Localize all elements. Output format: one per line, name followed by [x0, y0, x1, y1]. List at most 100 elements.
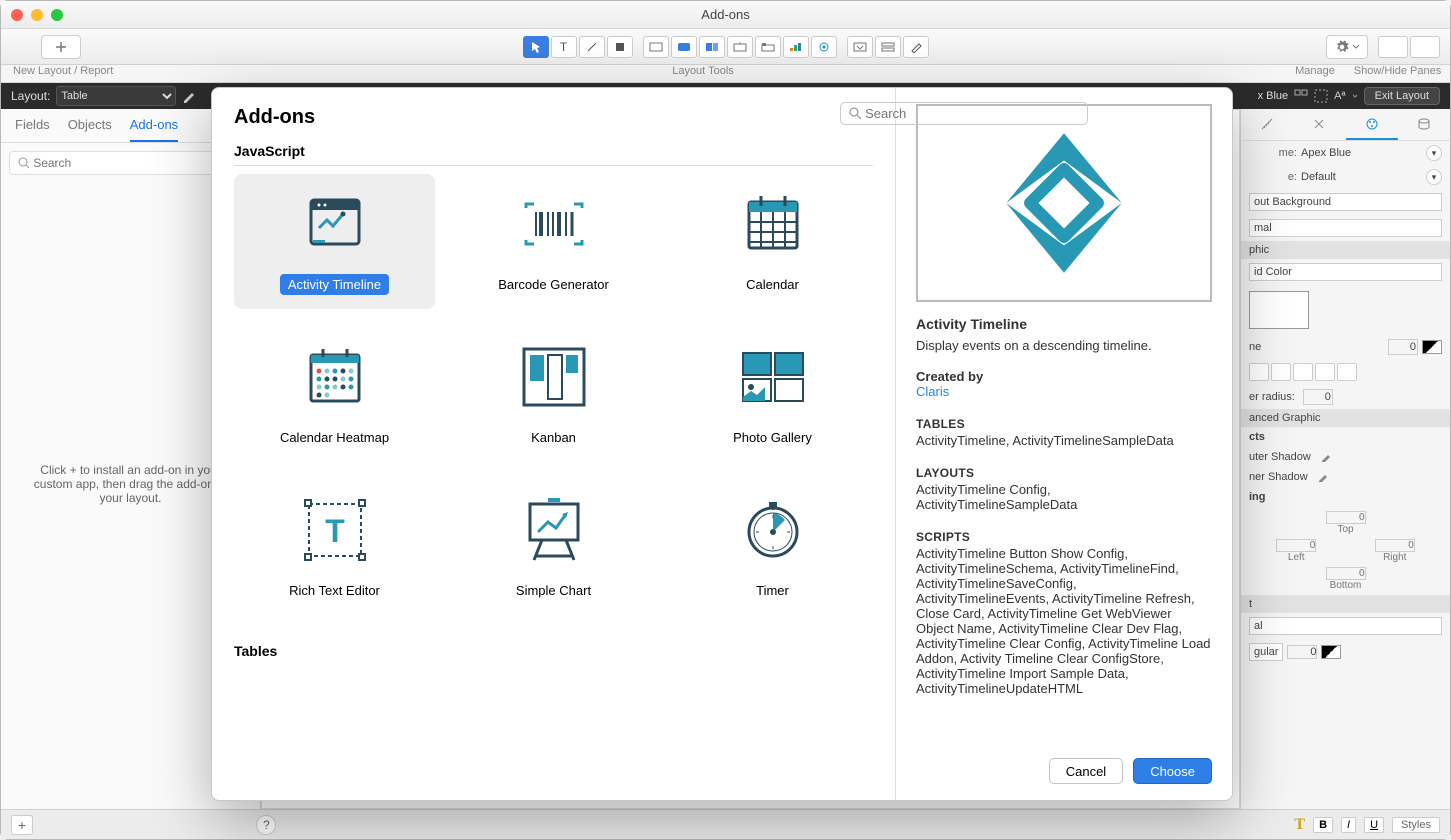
inspector-tab-tools[interactable]	[1293, 109, 1345, 140]
sub-manage: Manage	[1285, 65, 1345, 82]
addon-photo-gallery[interactable]: Photo Gallery	[672, 327, 873, 462]
sect-text: t	[1241, 595, 1450, 613]
border-r[interactable]	[1293, 363, 1313, 381]
add-button[interactable]: +	[11, 815, 33, 835]
claris-logo-icon	[979, 118, 1149, 288]
state-select[interactable]: mal	[1249, 219, 1442, 237]
text-color-swatch[interactable]	[1321, 645, 1341, 659]
creator-link[interactable]: Claris	[916, 384, 1212, 399]
rulers-icon[interactable]	[1314, 89, 1328, 103]
toolbar: T	[1, 29, 1450, 65]
fill-select[interactable]: id Color	[1249, 263, 1442, 281]
theme-val: Apex Blue	[1301, 147, 1422, 159]
grid-icon[interactable]	[1294, 89, 1308, 103]
border-b[interactable]	[1315, 363, 1335, 381]
inspector-tab-appearance[interactable]	[1346, 109, 1398, 140]
pad-bottom[interactable]	[1326, 567, 1366, 580]
underline-btn[interactable]: U	[1364, 817, 1384, 833]
rich-text-icon: T	[299, 494, 371, 566]
photo-gallery-icon	[737, 341, 809, 413]
line-lbl: ne	[1249, 341, 1261, 353]
addon-kanban[interactable]: Kanban	[453, 327, 654, 462]
style-disc[interactable]: ▾	[1426, 169, 1442, 185]
border-l[interactable]	[1337, 363, 1357, 381]
line-swatch[interactable]	[1422, 340, 1442, 354]
addon-calendar[interactable]: Calendar	[672, 174, 873, 309]
tab-addons[interactable]: Add-ons	[130, 117, 178, 142]
timer-icon	[737, 494, 809, 566]
pad-right[interactable]	[1375, 539, 1415, 552]
addon-barcode-generator[interactable]: Barcode Generator	[453, 174, 654, 309]
weight-select[interactable]: gular	[1249, 643, 1283, 661]
inspector-tab-ruler[interactable]	[1241, 109, 1293, 140]
choose-button[interactable]: Choose	[1133, 758, 1212, 784]
inner-shadow: ner Shadow	[1249, 471, 1308, 483]
line-tool[interactable]	[579, 36, 605, 58]
new-layout-button[interactable]	[41, 35, 81, 59]
theme-disc[interactable]: ▾	[1426, 145, 1442, 161]
modal-search[interactable]	[840, 102, 896, 125]
addon-timer[interactable]: Timer	[672, 480, 873, 615]
tab-tool[interactable]	[755, 36, 781, 58]
button-tool[interactable]	[671, 36, 697, 58]
right-pane-toggle[interactable]	[1410, 36, 1440, 58]
border-t[interactable]	[1271, 363, 1291, 381]
addon-label: Timer	[748, 580, 797, 601]
tab-objects[interactable]: Objects	[68, 117, 112, 142]
sub-newlayout: New Layout / Report	[1, 65, 121, 82]
zoom-window[interactable]	[51, 9, 63, 21]
pad-left[interactable]	[1276, 539, 1316, 552]
minimize-window[interactable]	[31, 9, 43, 21]
aa-icon[interactable]: Aª	[1334, 90, 1345, 102]
left-pane-toggle[interactable]	[1378, 36, 1408, 58]
radius-lbl: er radius:	[1249, 391, 1295, 403]
pad-top[interactable]	[1326, 511, 1366, 524]
modal-search-input[interactable]	[865, 106, 896, 121]
cancel-button[interactable]: Cancel	[1049, 758, 1123, 784]
addon-label: Rich Text Editor	[281, 580, 388, 601]
rect-tool[interactable]	[607, 36, 633, 58]
addon-simple-chart[interactable]: Simple Chart	[453, 480, 654, 615]
buttonbar-tool[interactable]	[699, 36, 725, 58]
addon-rich-text-editor[interactable]: T Rich Text Editor	[234, 480, 435, 615]
webviewer-tool[interactable]	[811, 36, 837, 58]
pointer-tool[interactable]	[523, 36, 549, 58]
exit-layout-button[interactable]: Exit Layout	[1364, 87, 1440, 105]
close-window[interactable]	[11, 9, 23, 21]
radius-input[interactable]	[1303, 389, 1333, 405]
popover-tool[interactable]	[727, 36, 753, 58]
addon-activity-timeline[interactable]: Activity Timeline	[234, 174, 435, 309]
theme-indicator: x Blue	[1258, 90, 1289, 102]
part-tool[interactable]	[875, 36, 901, 58]
field-tool[interactable]	[643, 36, 669, 58]
italic-btn[interactable]: I	[1341, 817, 1356, 833]
outer-shadow: uter Shadow	[1249, 451, 1311, 463]
tables-label: TABLES	[916, 417, 1212, 431]
fill-swatch[interactable]	[1249, 291, 1309, 329]
font-size[interactable]	[1287, 645, 1317, 659]
pencil-icon[interactable]	[1321, 452, 1331, 462]
bold-btn[interactable]: B	[1313, 817, 1333, 833]
line-width[interactable]	[1388, 339, 1418, 355]
text-tool-T[interactable]: T	[1294, 816, 1305, 834]
format-painter-tool[interactable]	[903, 36, 929, 58]
pencil-icon[interactable]	[182, 89, 196, 103]
manage-menu[interactable]	[1326, 35, 1368, 59]
tab-fields[interactable]: Fields	[15, 117, 50, 142]
font-select[interactable]: al	[1249, 617, 1442, 635]
bg-select[interactable]: out Background	[1249, 193, 1442, 211]
help-button[interactable]: ?	[256, 815, 276, 835]
field-picker-tool[interactable]	[847, 36, 873, 58]
pencil-icon[interactable]	[1318, 472, 1328, 482]
layout-select[interactable]: Table	[56, 86, 176, 106]
border-style-controls	[1241, 359, 1450, 385]
inspector-tab-data[interactable]	[1398, 109, 1450, 140]
addon-label: Barcode Generator	[490, 274, 617, 295]
border-all[interactable]	[1249, 363, 1269, 381]
styles-btn[interactable]: Styles	[1392, 817, 1440, 833]
style-val: Default	[1301, 171, 1422, 183]
heatmap-icon	[299, 341, 371, 413]
text-tool[interactable]: T	[551, 36, 577, 58]
addon-calendar-heatmap[interactable]: Calendar Heatmap	[234, 327, 435, 462]
chart-tool[interactable]	[783, 36, 809, 58]
